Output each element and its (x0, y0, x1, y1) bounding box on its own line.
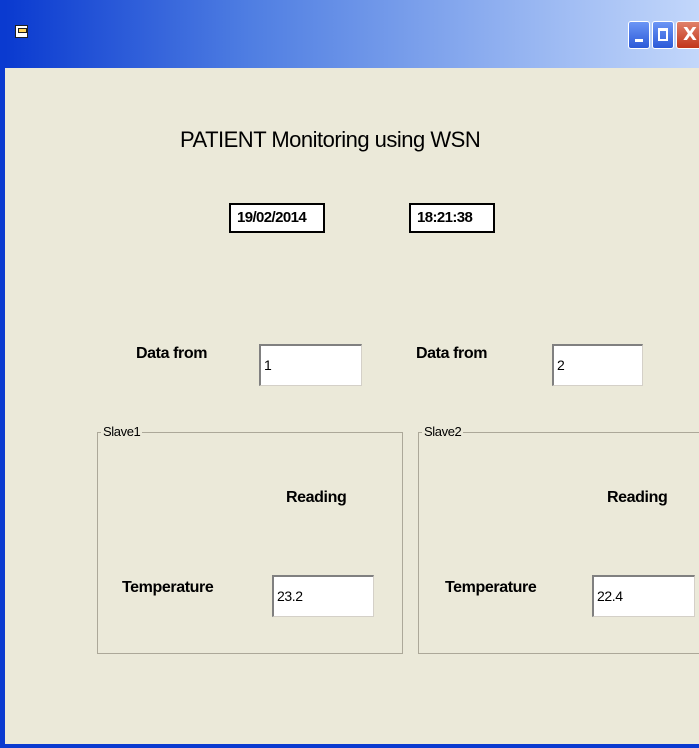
slave2-group: Slave2 (418, 424, 699, 654)
maximize-button[interactable] (652, 21, 674, 49)
data-from-input-2[interactable]: 2 (552, 344, 643, 386)
slave1-reading-label: Reading (286, 489, 347, 506)
slave2-temperature-label: Temperature (445, 579, 537, 596)
slave2-reading-label: Reading (607, 489, 668, 506)
time-display: 18:21:38 (409, 203, 495, 233)
slave1-group: Slave1 (97, 424, 403, 654)
data-from-label-1: Data from (136, 345, 208, 362)
data-from-input-1[interactable]: 1 (259, 344, 362, 386)
slave2-temperature-input[interactable]: 22.4 (592, 575, 695, 617)
close-button[interactable]: X (676, 21, 699, 49)
minimize-button[interactable] (628, 21, 650, 49)
date-display: 19/02/2014 (229, 203, 325, 233)
slave1-temperature-input[interactable]: 23.2 (272, 575, 374, 617)
slave1-temperature-label: Temperature (122, 579, 214, 596)
data-from-label-2: Data from (416, 345, 488, 362)
slave2-legend: Slave2 (422, 424, 464, 439)
app-icon[interactable] (15, 25, 28, 38)
app-window: X PATIENT Monitoring using WSN 19/02/201… (0, 0, 699, 748)
title-bar[interactable]: X (5, 0, 699, 68)
page-title: PATIENT Monitoring using WSN (180, 127, 481, 152)
slave1-legend: Slave1 (101, 424, 143, 439)
